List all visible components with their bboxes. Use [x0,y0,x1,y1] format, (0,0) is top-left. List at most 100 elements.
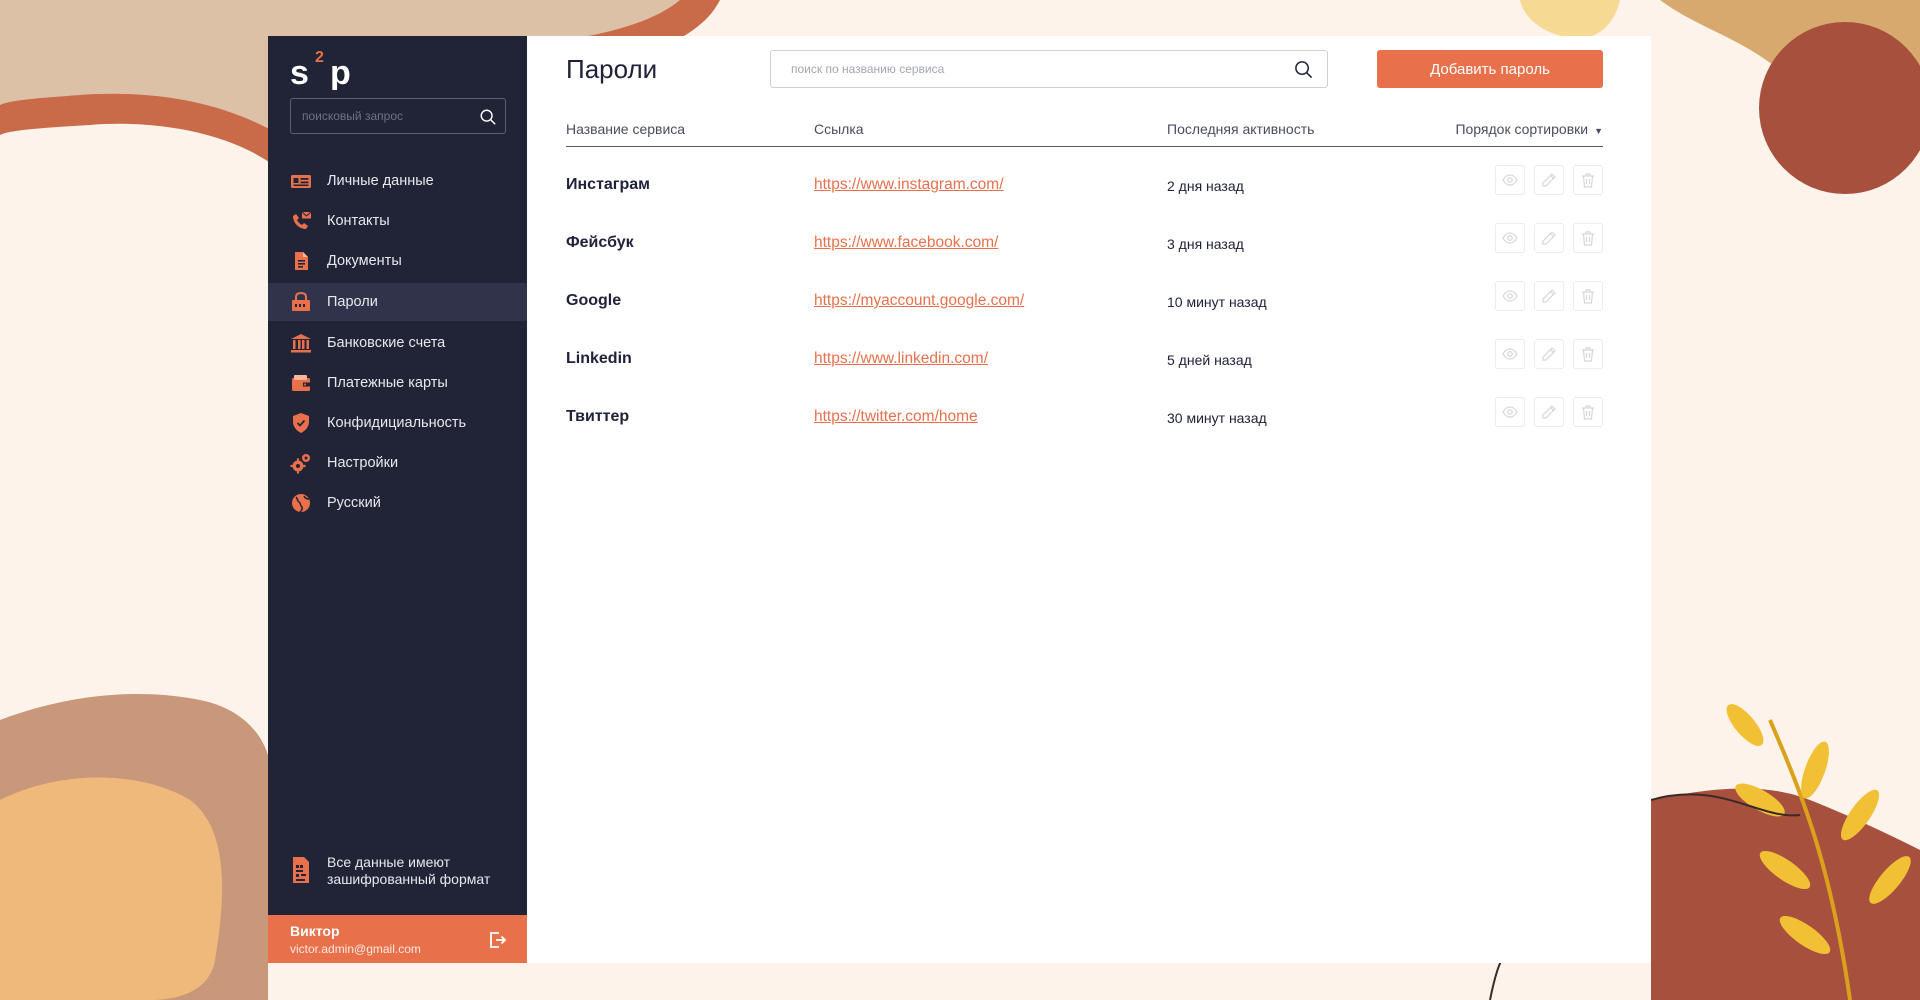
edit-button[interactable] [1534,397,1564,427]
document-icon [295,252,308,270]
view-button[interactable] [1495,397,1525,427]
encrypted-document-icon [293,857,309,883]
eye-icon [1502,406,1518,418]
pencil-icon [1542,231,1556,245]
delete-button[interactable] [1573,339,1603,369]
trash-icon [1582,347,1594,362]
globe-icon [292,494,310,513]
service-name: Твиттер [566,408,630,425]
svg-text:s: s [290,54,309,90]
sidebar-nav: Личные данные Контакты Документы Пароли … [268,162,527,524]
service-name: Инстаграм [566,176,650,193]
app-logo[interactable]: s 2 p [290,46,370,90]
view-button[interactable] [1495,165,1525,195]
last-activity: 5 дней назад [1167,352,1252,368]
sidebar-item-language[interactable]: Русский [268,484,527,522]
row-actions [1495,339,1603,369]
sidebar-search [290,98,506,134]
sidebar-item-label: Пароли [327,294,378,310]
password-icon [292,291,310,311]
table-row: Твиттер https://twitter.com/home 30 мину… [566,397,1603,465]
main-content: Пароли Добавить пароль Название сервиса … [527,36,1651,963]
user-panel: Виктор victor.admin@gmail.com [268,915,527,963]
sidebar-item-privacy[interactable]: Конфидициальность [268,404,527,442]
sidebar: s 2 p Личные данные Контакты Документы [268,36,527,963]
trash-icon [1582,231,1594,246]
edit-button[interactable] [1534,223,1564,253]
sidebar-item-passwords[interactable]: Пароли [268,283,527,321]
sidebar-item-personal-data[interactable]: Личные данные [268,162,527,200]
add-password-button[interactable]: Добавить пароль [1377,50,1603,88]
table-header: Название сервиса Ссылка Последняя активн… [566,116,1603,147]
view-button[interactable] [1495,281,1525,311]
trash-icon [1582,405,1594,420]
view-button[interactable] [1495,339,1525,369]
column-header-activity[interactable]: Последняя активность [1167,121,1314,137]
sidebar-item-label: Конфидициальность [327,415,467,431]
trash-icon [1582,289,1594,304]
sort-order-label: Порядок сортировки [1455,121,1589,137]
service-name: Linkedin [566,350,632,367]
delete-button[interactable] [1573,397,1603,427]
sidebar-item-documents[interactable]: Документы [268,242,527,280]
pencil-icon [1542,405,1556,419]
sidebar-search-input[interactable] [291,99,472,133]
last-activity: 3 дня назад [1167,236,1244,252]
edit-button[interactable] [1534,339,1564,369]
delete-button[interactable] [1573,165,1603,195]
pencil-icon [1542,173,1556,187]
service-search-input[interactable] [771,51,1291,87]
edit-button[interactable] [1534,165,1564,195]
search-icon[interactable] [479,108,497,126]
service-name: Фейсбук [566,234,634,251]
pencil-icon [1542,289,1556,303]
edit-button[interactable] [1534,281,1564,311]
service-name: Google [566,292,622,309]
delete-button[interactable] [1573,281,1603,311]
search-icon[interactable] [1294,60,1313,79]
table-row: Linkedin https://www.linkedin.com/ 5 дне… [566,339,1603,407]
table-row: Инстаграм https://www.instagram.com/ 2 д… [566,165,1603,233]
gears-icon [290,454,310,474]
last-activity: 30 минут назад [1167,410,1267,426]
sidebar-item-label: Настройки [327,455,399,471]
sidebar-item-label: Платежные карты [327,375,448,391]
service-search [770,50,1328,88]
row-actions [1495,397,1603,427]
view-button[interactable] [1495,223,1525,253]
trash-icon [1582,173,1594,188]
pencil-icon [1542,347,1556,361]
sidebar-item-bank-accounts[interactable]: Банковские счета [268,324,527,362]
service-link[interactable]: https://www.linkedin.com/ [814,349,988,369]
eye-icon [1502,174,1518,186]
sidebar-item-label: Банковские счета [327,335,446,351]
table-row: Google https://myaccount.google.com/ 10 … [566,281,1603,349]
delete-button[interactable] [1573,223,1603,253]
service-link[interactable]: https://myaccount.google.com/ [814,291,1024,311]
bank-icon [291,334,311,353]
sidebar-item-payment-cards[interactable]: Платежные карты [268,364,527,402]
service-link[interactable]: https://www.facebook.com/ [814,233,998,253]
column-header-link[interactable]: Ссылка [814,121,864,137]
eye-icon [1502,232,1518,244]
passwords-table: Инстаграм https://www.instagram.com/ 2 д… [566,165,1603,465]
logout-icon[interactable] [487,930,507,950]
sidebar-item-settings[interactable]: Настройки [268,444,527,482]
eye-icon [1502,348,1518,360]
row-actions [1495,223,1603,253]
svg-text:p: p [330,54,351,90]
sort-order-dropdown[interactable]: Порядок сортировки ▼ [1455,121,1603,137]
column-header-service[interactable]: Название сервиса [566,121,685,137]
svg-text:2: 2 [315,49,324,66]
sidebar-item-contacts[interactable]: Контакты [268,202,527,240]
page-title: Пароли [566,54,658,84]
sidebar-item-label: Контакты [327,213,390,229]
service-link[interactable]: https://www.instagram.com/ [814,175,1004,195]
eye-icon [1502,290,1518,302]
row-actions [1495,281,1603,311]
caret-down-icon: ▼ [1594,126,1603,136]
app-window: s 2 p Личные данные Контакты Документы [268,36,1651,963]
last-activity: 10 минут назад [1167,294,1267,310]
id-card-icon [291,175,311,188]
service-link[interactable]: https://twitter.com/home [814,407,978,427]
